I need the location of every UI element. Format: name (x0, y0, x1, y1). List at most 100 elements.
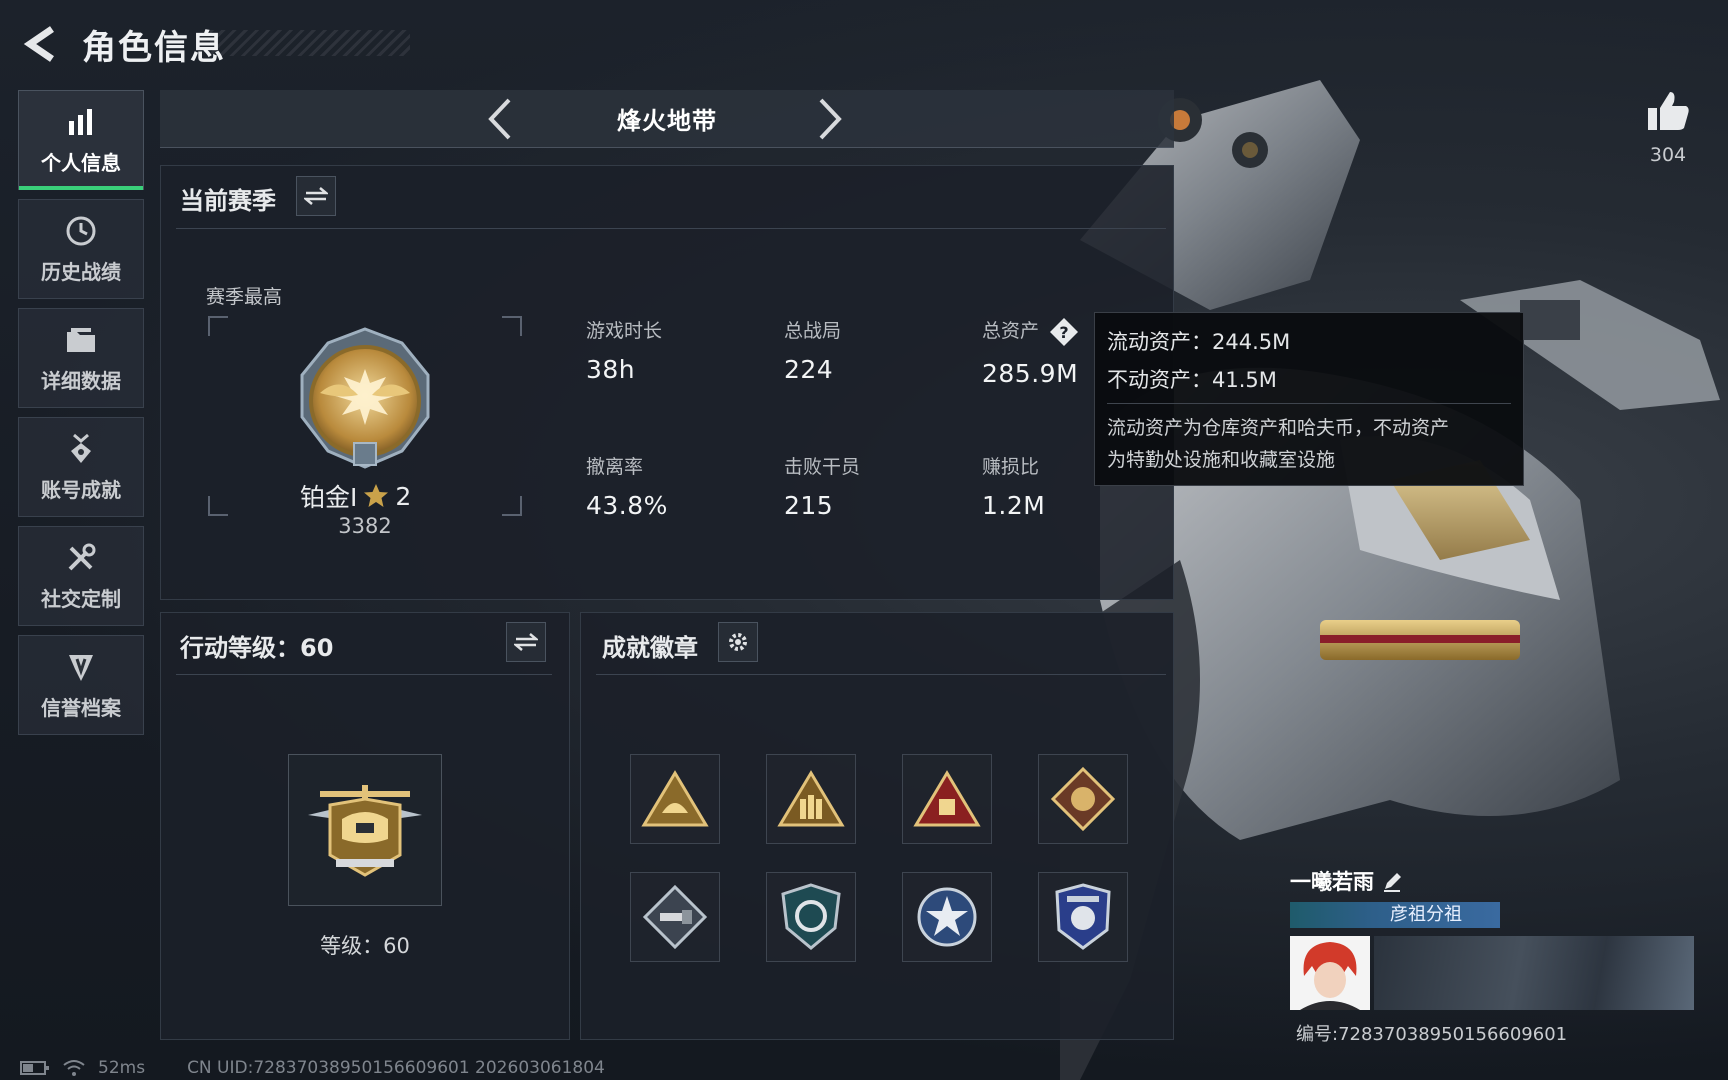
badge-slot[interactable] (902, 754, 992, 844)
mode-name: 烽火地带 (617, 107, 717, 135)
level-caption: 等级：60 (320, 934, 410, 958)
rank-points: 3382 (338, 514, 392, 538)
season-best-label: 赛季最高 (206, 286, 283, 308)
star-circle-badge-icon (917, 887, 977, 947)
tooltip-description-line: 流动资产为仓库资产和哈夫币，不动资产 (1107, 417, 1450, 439)
status-footer: 52ms CN UID:7283703895015660960​1 202603… (20, 1056, 605, 1080)
edit-pencil-icon[interactable] (1382, 870, 1404, 892)
triangle-crate-badge-icon (913, 770, 981, 827)
thumbs-up-icon (1648, 92, 1689, 130)
badge-slot[interactable] (630, 872, 720, 962)
badge-slot[interactable] (630, 754, 720, 844)
mode-next-button[interactable] (810, 98, 850, 140)
stat-value: 43.8% (586, 491, 668, 520)
stat-operators-defeated: 击败干员 215 (784, 452, 860, 520)
divider (596, 674, 1166, 675)
shield-cycle-badge-icon (781, 883, 841, 950)
season-title: 当前赛季 (180, 187, 276, 215)
svg-text:?: ? (1059, 323, 1068, 342)
frame-corner (208, 316, 228, 336)
sidebar-item-personal-info[interactable]: 个人信息 (18, 90, 144, 190)
tooltip-fixed-assets: 不动资产：41.5M (1107, 368, 1277, 392)
level-switch-button[interactable] (506, 622, 546, 662)
badge-slot[interactable] (1038, 754, 1128, 844)
player-banner (1374, 936, 1694, 1010)
badges-title: 成就徽章 (602, 634, 698, 662)
assets-tooltip: 流动资产：244.5M 不动资产：41.5M 流动资产为仓库资产和哈夫币，不动资… (1094, 312, 1524, 486)
sidebar-item-label: 历史战绩 (41, 259, 121, 284)
badge-slot[interactable] (766, 754, 856, 844)
ping-value: 52ms (98, 1058, 146, 1078)
stat-extract-rate: 撤离率 43.8% (586, 452, 668, 520)
title-decoration (210, 30, 410, 56)
stat-label: 击败干员 (784, 456, 861, 478)
star-icon (364, 484, 389, 507)
tooltip-divider (1107, 403, 1511, 404)
triangle-helmet-badge-icon (641, 770, 709, 827)
stat-value: 38h (586, 355, 636, 384)
badge-settings-button[interactable] (718, 622, 758, 662)
stat-value: 215 (784, 491, 834, 520)
sidebar-item-label: 个人信息 (41, 150, 121, 175)
divider (176, 674, 552, 675)
action-level-title: 行动等级：60 (180, 634, 334, 662)
stat-label: 游戏时长 (586, 320, 663, 342)
medal-icon (64, 432, 98, 466)
swap-icon (514, 633, 538, 651)
chevron-right-icon (819, 98, 842, 140)
badge-slot[interactable] (766, 872, 856, 962)
sidebar-item-reputation[interactable]: 信誉档案 (18, 635, 144, 735)
stat-label-row: 总资产 ? (982, 316, 1079, 347)
chevron-left-icon (488, 98, 511, 140)
sidebar: 个人信息 历史战绩 详细数据 账号成就 社交定制 信誉档案 (18, 90, 144, 744)
stat-play-time: 游戏时长 38h (586, 316, 662, 384)
frame-corner (502, 496, 522, 516)
mode-selector: 烽火地带 (160, 90, 1174, 148)
swap-icon (304, 187, 328, 205)
level-emblem-frame (288, 754, 442, 906)
frame-corner (502, 316, 522, 336)
back-button[interactable] (18, 22, 62, 66)
sidebar-item-label: 详细数据 (41, 368, 121, 393)
stat-value: 285.9M (982, 358, 1079, 388)
sidebar-item-label: 社交定制 (41, 586, 121, 611)
badge-slot[interactable] (1038, 872, 1128, 962)
rank-tier: 铂金I (300, 483, 358, 512)
folder-icon (64, 323, 98, 357)
police-shield-badge-icon (1055, 883, 1111, 950)
stat-label: 撤离率 (586, 456, 644, 478)
stat-profit-loss: 赚损比 1.2M (982, 452, 1045, 520)
sidebar-item-history[interactable]: 历史战绩 (18, 199, 144, 299)
frame-corner (208, 496, 228, 516)
season-switch-button[interactable] (296, 176, 336, 216)
player-card[interactable]: 一曦若雨 彦祖分祖 (1290, 860, 1700, 1010)
player-tag: 彦祖分祖 (1390, 904, 1462, 925)
rank-stars: 2 (395, 481, 412, 511)
player-name-row: 一曦若雨 (1290, 866, 1404, 896)
sidebar-item-social-custom[interactable]: 社交定制 (18, 526, 144, 626)
sidebar-item-label: 信誉档案 (41, 695, 121, 720)
diamond-drone-badge-icon (642, 884, 708, 950)
tools-icon (64, 541, 98, 575)
rank-emblem-icon (300, 327, 430, 469)
bar-chart-icon (64, 105, 98, 139)
stat-total-matches: 总战局 224 (784, 316, 841, 384)
uid-label: CN UID:7283703895015660960​1 20260306180… (187, 1058, 605, 1078)
wifi-icon (63, 1060, 85, 1076)
stat-label: 赚损比 (982, 456, 1040, 478)
sidebar-item-achievements[interactable]: 账号成就 (18, 417, 144, 517)
divider (176, 228, 1166, 229)
like-button[interactable] (1640, 86, 1696, 136)
tooltip-description-line: 为特勤处设施和收藏室设施 (1107, 449, 1336, 471)
help-icon[interactable]: ? (1049, 317, 1079, 347)
stat-value: 1.2M (982, 491, 1046, 520)
badge-slot[interactable] (902, 872, 992, 962)
back-arrow-icon (23, 26, 54, 62)
mode-prev-button[interactable] (480, 98, 520, 140)
sidebar-item-detailed-data[interactable]: 详细数据 (18, 308, 144, 408)
triangle-squad-badge-icon (777, 770, 845, 827)
stat-value: 224 (784, 355, 834, 384)
avatar[interactable] (1290, 936, 1370, 1010)
page-title: 角色信息 (82, 28, 226, 68)
stat-total-assets: 总资产 ? 285.9M (982, 316, 1079, 388)
